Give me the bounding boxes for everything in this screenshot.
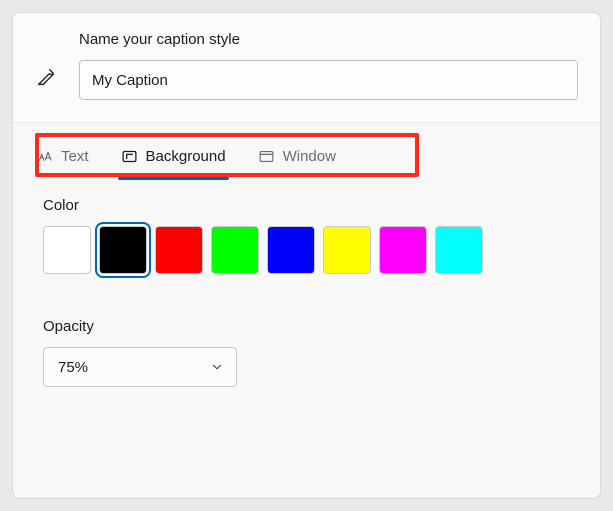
- tabs-area: Text Background Window: [13, 123, 600, 185]
- header-row: Name your caption style: [13, 13, 600, 123]
- opacity-value: 75%: [58, 359, 88, 376]
- color-swatch[interactable]: [323, 226, 371, 274]
- color-label: Color: [43, 197, 570, 214]
- opacity-label: Opacity: [43, 318, 570, 335]
- color-swatch[interactable]: [43, 226, 91, 274]
- header-label: Name your caption style: [79, 31, 578, 48]
- style-icon: [35, 53, 57, 100]
- chevron-down-icon: [210, 360, 224, 374]
- tab-label: Window: [283, 148, 336, 165]
- color-swatch[interactable]: [211, 226, 259, 274]
- color-swatches: [43, 226, 570, 274]
- color-swatch[interactable]: [435, 226, 483, 274]
- color-section: Color: [13, 185, 600, 286]
- opacity-select[interactable]: 75%: [43, 347, 237, 387]
- tab-background[interactable]: Background: [120, 141, 227, 171]
- tab-text[interactable]: Text: [35, 141, 90, 171]
- color-swatch[interactable]: [155, 226, 203, 274]
- color-swatch[interactable]: [267, 226, 315, 274]
- text-icon: [36, 148, 53, 165]
- color-swatch[interactable]: [379, 226, 427, 274]
- opacity-section: Opacity 75%: [13, 306, 600, 399]
- tab-label: Text: [61, 148, 89, 165]
- color-swatch[interactable]: [99, 226, 147, 274]
- window-icon: [258, 148, 275, 165]
- tab-window[interactable]: Window: [257, 141, 337, 171]
- background-icon: [121, 148, 138, 165]
- tab-label: Background: [146, 148, 226, 165]
- caption-name-input[interactable]: [79, 60, 578, 100]
- caption-style-panel: Name your caption style Text: [12, 12, 601, 499]
